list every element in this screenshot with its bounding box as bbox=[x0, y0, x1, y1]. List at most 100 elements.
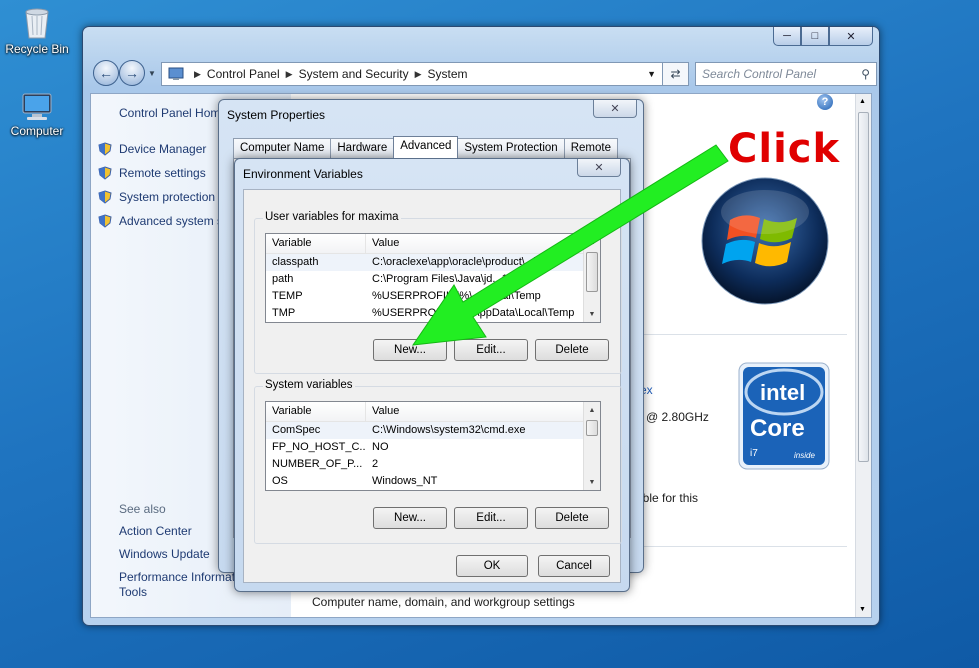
row-variable: OS bbox=[272, 475, 288, 487]
scroll-down-icon[interactable]: ▼ bbox=[584, 474, 600, 490]
system-protection-link[interactable]: System protection bbox=[119, 190, 215, 204]
environment-variables-close-button[interactable]: ✕ bbox=[577, 159, 621, 177]
scroll-up-icon[interactable]: ▲ bbox=[584, 234, 600, 250]
row-value: %USERPROFILE%\AppData\Local\Temp bbox=[372, 307, 575, 319]
intel-core-i7-badge: intel Core i7 inside bbox=[738, 362, 830, 470]
back-button[interactable]: ← bbox=[93, 60, 119, 86]
system-list-scrollbar[interactable]: ▲ ▼ bbox=[583, 402, 600, 490]
breadcrumb-system[interactable]: System bbox=[428, 67, 468, 81]
intel-model-text: i7 bbox=[750, 448, 758, 459]
user-new-button[interactable]: New... bbox=[373, 339, 447, 361]
forward-arrow-icon: → bbox=[125, 65, 139, 81]
column-value[interactable]: Value bbox=[366, 402, 586, 421]
env-cancel-button[interactable]: Cancel bbox=[538, 555, 610, 577]
table-row[interactable]: classpath C:\oraclexe\app\oracle\product… bbox=[266, 254, 600, 271]
scroll-thumb[interactable] bbox=[858, 112, 869, 462]
recycle-bin-label: Recycle Bin bbox=[5, 42, 69, 56]
scroll-up-icon[interactable]: ▲ bbox=[584, 402, 600, 418]
tab-computer-name[interactable]: Computer Name bbox=[233, 138, 332, 158]
close-button[interactable]: ✕ bbox=[829, 27, 873, 46]
control-panel-icon bbox=[168, 67, 184, 80]
row-variable: NUMBER_OF_P... bbox=[272, 458, 363, 470]
env-ok-button[interactable]: OK bbox=[456, 555, 528, 577]
row-value: 2 bbox=[372, 458, 379, 470]
maximize-button[interactable]: □ bbox=[801, 27, 829, 46]
table-row[interactable]: TMP %USERPROFILE%\AppData\Local\Temp bbox=[266, 305, 600, 322]
performance-information-link[interactable]: Performance Informat bbox=[119, 570, 235, 584]
environment-variables-title: Environment Variables bbox=[243, 167, 363, 181]
system-properties-close-button[interactable]: ✕ bbox=[593, 100, 637, 118]
recent-pages-chevron-icon[interactable]: ▼ bbox=[148, 69, 156, 78]
control-panel-home-link[interactable]: Control Panel Hom bbox=[119, 106, 220, 120]
table-row[interactable]: NUMBER_OF_P... 2 bbox=[266, 456, 600, 473]
tab-advanced[interactable]: Advanced bbox=[393, 136, 459, 158]
recycle-bin-desktop-icon[interactable]: Recycle Bin bbox=[0, 6, 74, 56]
back-arrow-icon: ← bbox=[99, 65, 113, 81]
user-delete-button[interactable]: Delete bbox=[535, 339, 609, 361]
row-variable: TMP bbox=[272, 307, 296, 319]
system-variables-group: System variables Variable Value ComSpec … bbox=[254, 379, 622, 544]
close-icon: ✕ bbox=[846, 30, 856, 43]
close-icon: ✕ bbox=[594, 162, 604, 174]
shield-icon bbox=[98, 214, 112, 228]
help-icon[interactable]: ? bbox=[817, 94, 833, 110]
user-edit-button[interactable]: Edit... bbox=[454, 339, 528, 361]
address-dropdown-icon[interactable]: ▼ bbox=[647, 69, 656, 79]
device-manager-link[interactable]: Device Manager bbox=[119, 142, 206, 156]
remote-settings-link[interactable]: Remote settings bbox=[119, 166, 206, 180]
user-list-scrollbar[interactable]: ▲ ▼ bbox=[583, 234, 600, 322]
system-edit-button[interactable]: Edit... bbox=[454, 507, 528, 529]
search-icon[interactable]: ⚲ bbox=[861, 67, 870, 81]
minimize-icon: ─ bbox=[783, 30, 791, 42]
environment-variables-client: User variables for maxima Variable Value… bbox=[243, 189, 622, 583]
scroll-thumb[interactable] bbox=[586, 420, 598, 436]
recycle-bin-icon bbox=[25, 8, 49, 39]
table-row[interactable]: TEMP %USERPROFILE%\...\Local\Temp bbox=[266, 288, 600, 305]
column-variable[interactable]: Variable bbox=[266, 234, 366, 253]
minimize-button[interactable]: ─ bbox=[773, 27, 801, 46]
breadcrumb-system-and-security[interactable]: System and Security bbox=[299, 67, 409, 81]
row-value: %USERPROFILE%\...\Local\Temp bbox=[372, 290, 541, 302]
scroll-down-icon[interactable]: ▼ bbox=[584, 306, 600, 322]
column-value[interactable]: Value bbox=[366, 234, 586, 253]
scroll-up-icon[interactable]: ▲ bbox=[859, 98, 866, 105]
forward-button[interactable]: → bbox=[119, 60, 145, 86]
table-row[interactable]: OS Windows_NT bbox=[266, 473, 600, 490]
divider bbox=[637, 334, 847, 335]
column-variable[interactable]: Variable bbox=[266, 402, 366, 421]
breadcrumb-control-panel[interactable]: Control Panel bbox=[207, 67, 280, 81]
list-header: Variable Value bbox=[266, 402, 600, 422]
row-value: C:\oraclexe\app\oracle\product\...\... bbox=[372, 256, 547, 268]
advanced-system-settings-link[interactable]: Advanced system s bbox=[119, 214, 223, 228]
main-scrollbar[interactable]: ▲ ▼ bbox=[855, 94, 871, 617]
system-variables-list[interactable]: Variable Value ComSpec C:\Windows\system… bbox=[265, 401, 601, 491]
tab-strip: Computer Name Hardware Advanced System P… bbox=[233, 136, 618, 158]
table-row[interactable]: path C:\Program Files\Java\jd...1\bin bbox=[266, 271, 600, 288]
system-new-button[interactable]: New... bbox=[373, 507, 447, 529]
tab-system-protection[interactable]: System Protection bbox=[457, 138, 565, 158]
search-input[interactable]: Search Control Panel ⚲ bbox=[695, 62, 877, 86]
table-row[interactable]: ComSpec C:\Windows\system32\cmd.exe bbox=[266, 422, 600, 439]
address-bar[interactable]: ▶ Control Panel ▶ System and Security ▶ … bbox=[161, 62, 663, 86]
action-center-link[interactable]: Action Center bbox=[119, 524, 192, 538]
computer-desktop-icon[interactable]: Computer bbox=[0, 92, 74, 138]
performance-tools-link[interactable]: Tools bbox=[119, 585, 147, 599]
click-annotation: Click bbox=[728, 126, 841, 172]
scroll-thumb[interactable] bbox=[586, 252, 598, 292]
user-variables-list[interactable]: Variable Value classpath C:\oraclexe\app… bbox=[265, 233, 601, 323]
windows-update-link[interactable]: Windows Update bbox=[119, 547, 210, 561]
system-delete-button[interactable]: Delete bbox=[535, 507, 609, 529]
row-variable: FP_NO_HOST_C... bbox=[272, 441, 366, 453]
list-header: Variable Value bbox=[266, 234, 600, 254]
row-variable: classpath bbox=[272, 256, 319, 268]
refresh-icon: ⇄ bbox=[670, 67, 681, 81]
tab-remote[interactable]: Remote bbox=[563, 138, 618, 158]
user-variables-group: User variables for maxima Variable Value… bbox=[254, 211, 622, 374]
computer-icon bbox=[22, 93, 52, 120]
breadcrumb-separator-icon: ▶ bbox=[194, 68, 201, 79]
refresh-button[interactable]: ⇄ bbox=[663, 62, 689, 86]
tab-hardware[interactable]: Hardware bbox=[330, 138, 395, 158]
table-row[interactable]: FP_NO_HOST_C... NO bbox=[266, 439, 600, 456]
breadcrumb-separator-icon: ▶ bbox=[414, 68, 422, 79]
scroll-down-icon[interactable]: ▼ bbox=[859, 606, 866, 613]
